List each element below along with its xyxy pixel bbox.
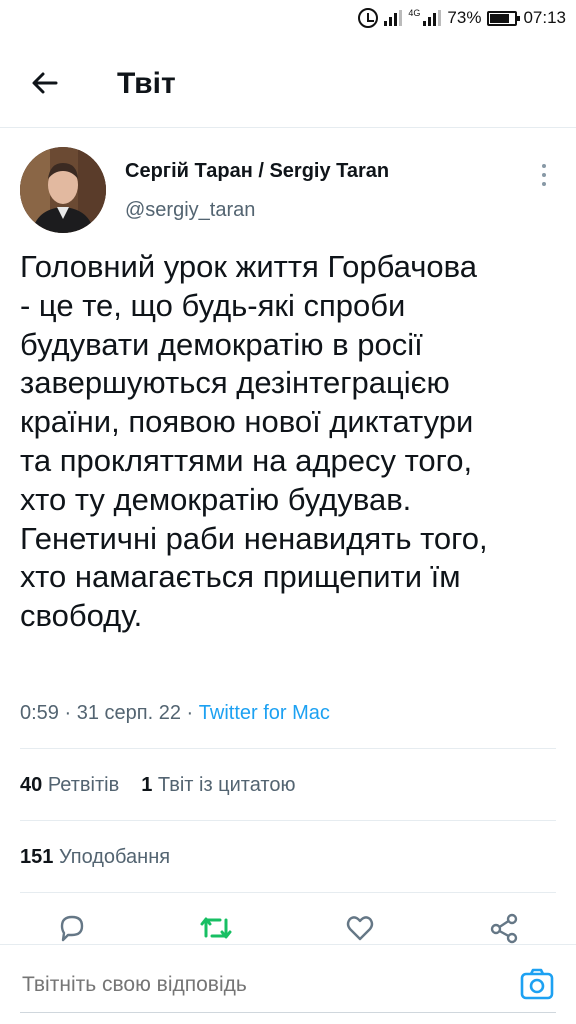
- tweet-meta: 0:59 · 31 серп. 22 · Twitter for Mac: [20, 702, 330, 725]
- tweet-line: завершуються дезінтеграцією: [20, 365, 450, 401]
- tweet-line: та прокляттями на адресу того,: [20, 442, 473, 478]
- likes-label: Уподобання: [58, 846, 171, 868]
- reply-icon: [60, 915, 84, 942]
- tweet-line: - це те, що будь-які спроби: [20, 287, 406, 323]
- tweet-line: країни, появою нової диктатури: [20, 404, 474, 440]
- tweet-source-link[interactable]: Twitter for Mac: [199, 702, 330, 724]
- stat-gap: [119, 774, 141, 797]
- retweet-icon: [200, 917, 232, 939]
- tweet-text: Головний урок життя Горбачова - це те, щ…: [20, 248, 570, 636]
- avatar-image: [20, 147, 106, 233]
- alarm-icon: [358, 8, 379, 28]
- camera-icon: [520, 968, 554, 1000]
- status-bar-right: 4G 73% 07:13: [358, 8, 566, 28]
- back-button[interactable]: [26, 66, 66, 100]
- divider: [20, 748, 556, 749]
- camera-button[interactable]: [520, 967, 554, 1001]
- signal-icon: [384, 10, 403, 26]
- tweet-time: 0:59: [20, 702, 59, 724]
- quotes-count: 1: [141, 774, 153, 796]
- author-handle[interactable]: @sergiy_taran: [125, 199, 255, 222]
- more-dot: [542, 173, 546, 177]
- retweets-count: 40: [20, 774, 43, 796]
- tweet-line: Головний урок життя Горбачова: [20, 249, 477, 284]
- author-name[interactable]: Сергій Таран / Sergiy Taran: [125, 160, 389, 183]
- share-button[interactable]: [484, 908, 524, 948]
- tweet-line: свободу.: [20, 598, 143, 634]
- tweet-line: Генетичні раби ненавидять того,: [20, 520, 488, 556]
- battery-percent: 73%: [447, 8, 482, 27]
- status-bar: 4G 73% 07:13: [0, 0, 576, 38]
- more-dot: [542, 164, 546, 168]
- retweet-button[interactable]: [196, 908, 236, 948]
- likes-count: 151: [20, 846, 54, 868]
- page-title: Твіт: [117, 67, 176, 100]
- status-time: 07:13: [523, 8, 566, 27]
- meta-separator: ·: [64, 702, 72, 724]
- retweets-stat[interactable]: 40 Ретвітів: [20, 774, 119, 797]
- reply-underline: [20, 1012, 556, 1013]
- tweet-line: будувати демократію в росії: [20, 326, 423, 362]
- more-vertical-icon[interactable]: [530, 160, 558, 190]
- quotes-stat[interactable]: 1 Твіт із цитатою: [141, 774, 295, 797]
- back-arrow-icon: [32, 72, 58, 94]
- network-type: 4G: [408, 8, 421, 18]
- tweet-date: 31 серп. 22: [76, 702, 181, 724]
- retweet-stats: 40 Ретвітів 1 Твіт із цитатою: [20, 774, 296, 797]
- like-icon: [346, 916, 374, 941]
- divider: [20, 820, 556, 821]
- divider: [20, 892, 556, 893]
- more-dot: [542, 182, 546, 186]
- tweet-actions: [0, 908, 576, 948]
- tweet-line: хто ту демократію будував.: [20, 481, 412, 517]
- avatar[interactable]: [20, 147, 106, 233]
- battery-icon: [487, 10, 521, 26]
- retweets-label: Ретвітів: [47, 774, 120, 796]
- header: Твіт: [0, 38, 576, 128]
- reply-input[interactable]: [22, 973, 492, 997]
- meta-separator: ·: [186, 702, 194, 724]
- signal-icon-2: [423, 10, 442, 26]
- reply-button[interactable]: [52, 908, 92, 948]
- quotes-label: Твіт із цитатою: [157, 774, 296, 796]
- tweet-line: хто намагається прищепити їм: [20, 559, 461, 595]
- share-icon: [490, 913, 518, 944]
- likes-stat[interactable]: 151 Уподобання: [20, 846, 170, 869]
- like-button[interactable]: [340, 908, 380, 948]
